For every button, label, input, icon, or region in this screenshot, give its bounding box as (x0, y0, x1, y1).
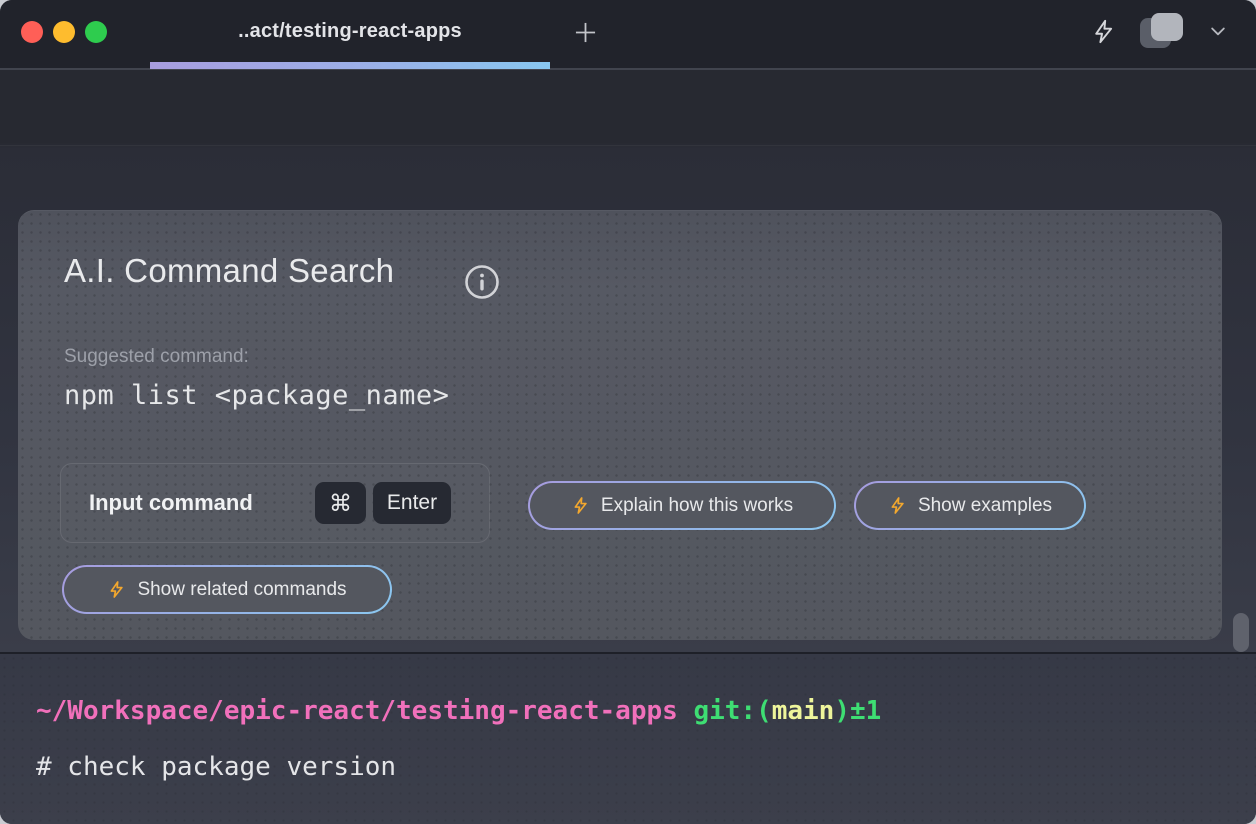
git-status: ±1 (850, 696, 881, 726)
warp-terminal-window: ..act/testing-react-apps (0, 0, 1256, 824)
suggested-command-text: npm list <package_name> (64, 380, 449, 411)
terminal-scrollback-area: A.I. Command Search Suggested command: n… (0, 70, 1256, 652)
input-command-label: Input command (89, 490, 315, 516)
button-label: Show related commands (137, 579, 346, 601)
enter-key-badge: Enter (373, 482, 451, 524)
lightning-bolt-icon (888, 495, 907, 516)
prompt-path: ~/Workspace/epic-react/testing-react-app… (36, 696, 678, 726)
show-related-commands-button[interactable]: Show related commands (62, 565, 392, 614)
panel-title: A.I. Command Search (64, 252, 394, 290)
git-branch: main (772, 696, 835, 726)
close-window-button[interactable] (21, 21, 43, 43)
tab-title: ..act/testing-react-apps (238, 20, 462, 43)
show-examples-button[interactable]: Show examples (854, 481, 1086, 530)
suggested-command-label: Suggested command: (64, 346, 249, 368)
lightning-bolt-icon (1090, 18, 1117, 45)
active-tab-gradient-underline (150, 62, 550, 69)
git-prefix: git:( (678, 696, 772, 726)
terminal-tab[interactable]: ..act/testing-react-apps (150, 0, 550, 62)
plus-icon (572, 19, 599, 46)
git-close: ) (834, 696, 850, 726)
windows-menu-button[interactable] (1140, 13, 1186, 49)
shell-prompt: ~/Workspace/epic-react/testing-react-app… (36, 696, 881, 726)
input-command-hint[interactable]: Input command ⌘ Enter (60, 463, 490, 543)
terminal-input-block[interactable]: ~/Workspace/epic-react/testing-react-app… (0, 652, 1256, 824)
new-tab-button[interactable] (566, 16, 604, 48)
lightning-bolt-icon (107, 579, 126, 600)
info-icon[interactable] (464, 264, 500, 300)
explain-how-this-works-button[interactable]: Explain how this works (528, 481, 836, 530)
scrollbar-thumb[interactable] (1233, 613, 1249, 652)
warp-ai-button[interactable] (1088, 16, 1118, 46)
minimize-window-button[interactable] (53, 21, 75, 43)
chevron-down-icon (1208, 21, 1228, 41)
ai-command-search-panel: A.I. Command Search Suggested command: n… (18, 210, 1222, 640)
typed-command[interactable]: # check package version (36, 752, 396, 782)
maximize-window-button[interactable] (85, 21, 107, 43)
button-label: Show examples (918, 495, 1052, 517)
cmd-key-badge: ⌘ (315, 482, 366, 524)
titlebar: ..act/testing-react-apps (0, 0, 1256, 62)
dropdown-chevron-button[interactable] (1208, 21, 1228, 41)
titlebar-right-controls (1088, 0, 1228, 62)
button-label: Explain how this works (601, 495, 793, 517)
block-divider-line (0, 145, 1256, 146)
tab-strip-divider (0, 62, 1256, 70)
lightning-bolt-icon (571, 495, 590, 516)
layers-front-icon (1151, 13, 1183, 41)
